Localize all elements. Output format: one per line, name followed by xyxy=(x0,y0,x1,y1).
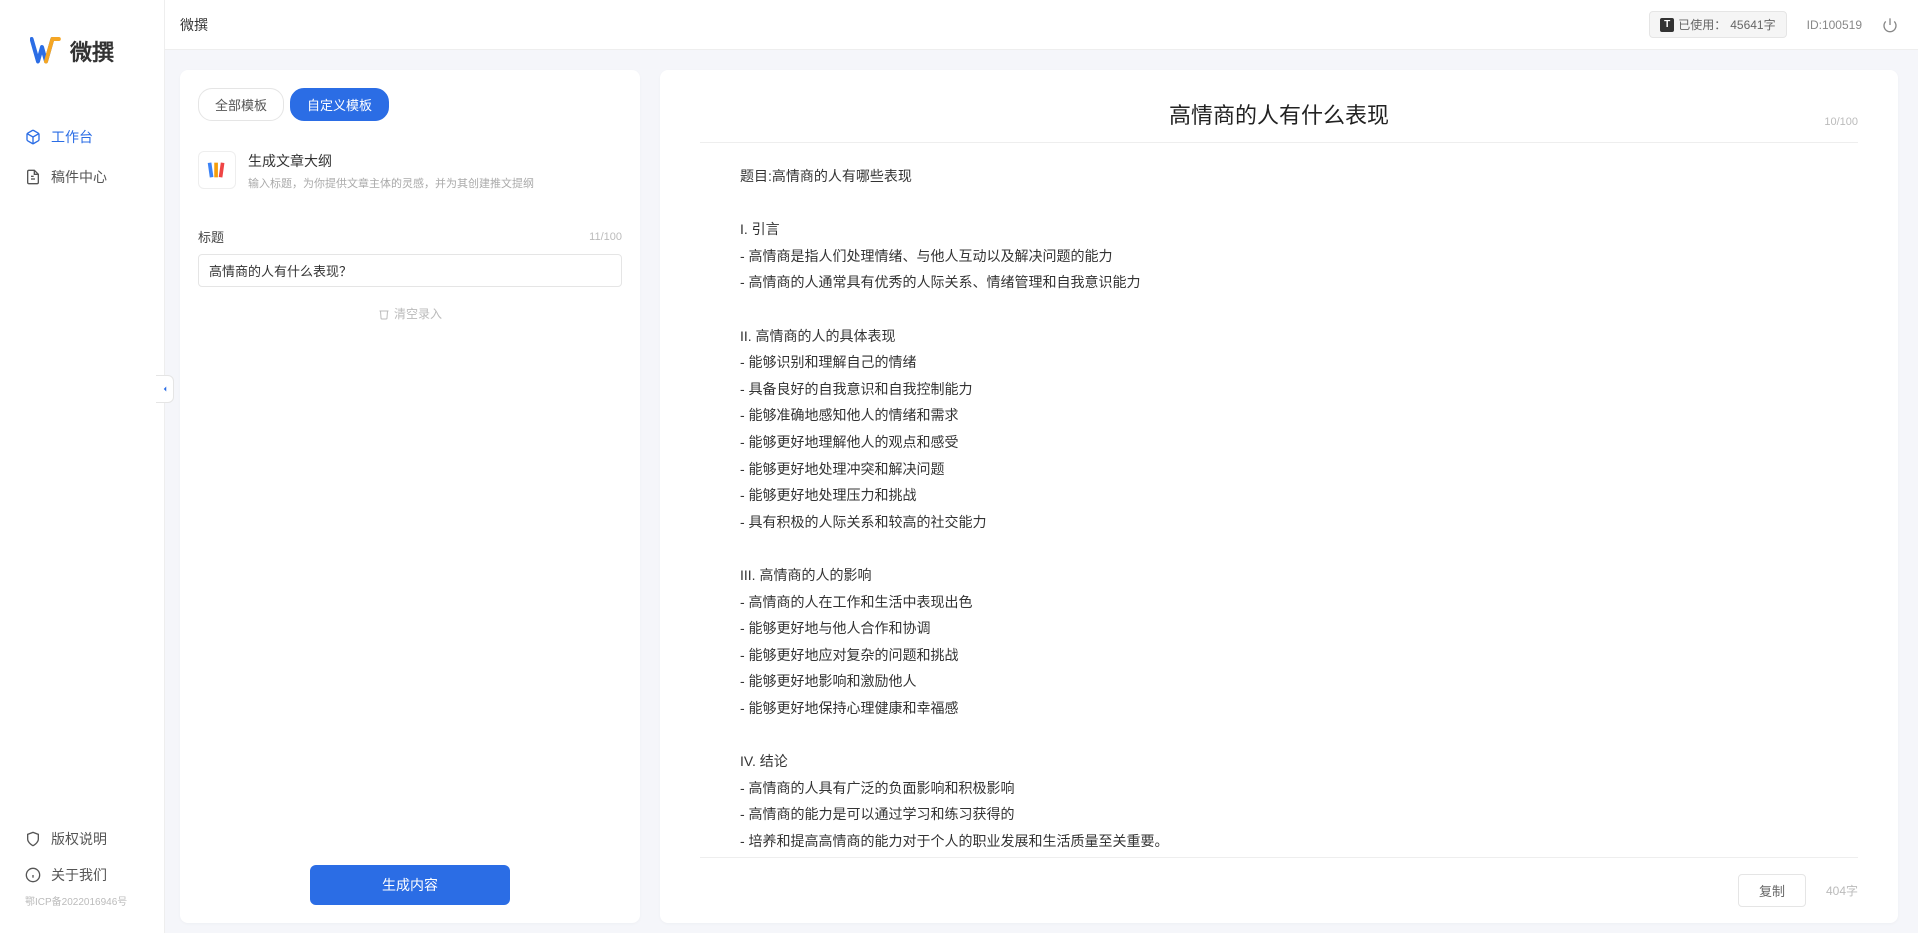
chevron-left-icon xyxy=(160,384,170,394)
usage-label: 已使用： xyxy=(1678,16,1726,33)
output-body[interactable]: 题目:高情商的人有哪些表现 I. 引言 - 高情商是指人们处理情绪、与他人互动以… xyxy=(700,143,1858,857)
nav-label: 稿件中心 xyxy=(51,167,107,187)
usage-badge: T 已使用： 45641字 xyxy=(1649,11,1786,38)
doc-icon xyxy=(25,169,41,185)
tab-all-templates[interactable]: 全部模板 xyxy=(198,88,284,121)
template-title: 生成文章大纲 xyxy=(248,151,534,171)
logo[interactable]: 微撰 xyxy=(0,0,164,97)
cube-icon xyxy=(25,129,41,145)
icp-text: 鄂ICP备2022016946号 xyxy=(0,893,164,918)
logo-icon xyxy=(30,37,62,65)
power-icon[interactable] xyxy=(1882,17,1898,33)
title-field-header: 标题 11/100 xyxy=(198,227,622,246)
nav-about[interactable]: 关于我们 xyxy=(0,857,164,893)
template-tabs: 全部模板 自定义模板 xyxy=(180,70,640,121)
copy-button[interactable]: 复制 xyxy=(1738,874,1806,907)
template-icon xyxy=(198,151,236,189)
nav-drafts[interactable]: 稿件中心 xyxy=(0,157,164,197)
topbar-title: 微撰 xyxy=(180,15,208,35)
books-icon xyxy=(206,159,228,181)
generate-footer: 生成内容 xyxy=(180,847,640,923)
nav-workspace[interactable]: 工作台 xyxy=(0,117,164,157)
output-footer: 复制 404字 xyxy=(700,857,1858,923)
nav-label: 工作台 xyxy=(51,127,93,147)
usage-value: 45641字 xyxy=(1730,16,1775,33)
title-input[interactable] xyxy=(198,254,622,287)
form-section: 标题 11/100 清空录入 xyxy=(180,209,640,847)
trash-icon xyxy=(378,308,390,320)
sidebar: 微撰 工作台 稿件中心 版权说明 关于我们 鄂ICP备2022016946号 xyxy=(0,0,165,933)
output-title-count: 10/100 xyxy=(1824,116,1858,128)
word-count: 404字 xyxy=(1826,882,1858,899)
nav-label: 关于我们 xyxy=(51,865,107,885)
sidebar-bottom: 版权说明 关于我们 鄂ICP备2022016946号 xyxy=(0,811,164,933)
info-icon xyxy=(25,867,41,883)
nav-copyright[interactable]: 版权说明 xyxy=(0,821,164,857)
output-header: 高情商的人有什么表现 10/100 xyxy=(700,70,1858,143)
nav: 工作台 稿件中心 xyxy=(0,97,164,811)
nav-label: 版权说明 xyxy=(51,829,107,849)
topbar: 微撰 T 已使用： 45641字 ID:100519 xyxy=(0,0,1918,50)
text-icon: T xyxy=(1660,18,1674,32)
template-info: 生成文章大纲 输入标题，为你提供文章主体的灵感，并为其创建推文提纲 xyxy=(248,151,534,191)
generate-button[interactable]: 生成内容 xyxy=(310,865,510,905)
output-title[interactable]: 高情商的人有什么表现 xyxy=(740,98,1818,130)
title-label: 标题 xyxy=(198,227,224,246)
tab-custom-templates[interactable]: 自定义模板 xyxy=(290,88,389,121)
topbar-right: T 已使用： 45641字 ID:100519 xyxy=(1649,11,1898,38)
template-desc: 输入标题，为你提供文章主体的灵感，并为其创建推文提纲 xyxy=(248,175,534,191)
input-panel: 全部模板 自定义模板 生成文章大纲 输入标题，为你提供文章主体的灵感，并为其创建… xyxy=(180,70,640,923)
sidebar-collapse-button[interactable] xyxy=(156,375,174,403)
logo-text: 微撰 xyxy=(70,35,114,67)
title-char-count: 11/100 xyxy=(589,231,622,243)
clear-input-button[interactable]: 清空录入 xyxy=(198,305,622,322)
clear-label: 清空录入 xyxy=(394,305,442,322)
main: 全部模板 自定义模板 生成文章大纲 输入标题，为你提供文章主体的灵感，并为其创建… xyxy=(180,70,1898,923)
user-id: ID:100519 xyxy=(1807,18,1862,32)
output-panel: 高情商的人有什么表现 10/100 题目:高情商的人有哪些表现 I. 引言 - … xyxy=(660,70,1898,923)
shield-icon xyxy=(25,831,41,847)
template-card: 生成文章大纲 输入标题，为你提供文章主体的灵感，并为其创建推文提纲 xyxy=(180,133,640,209)
